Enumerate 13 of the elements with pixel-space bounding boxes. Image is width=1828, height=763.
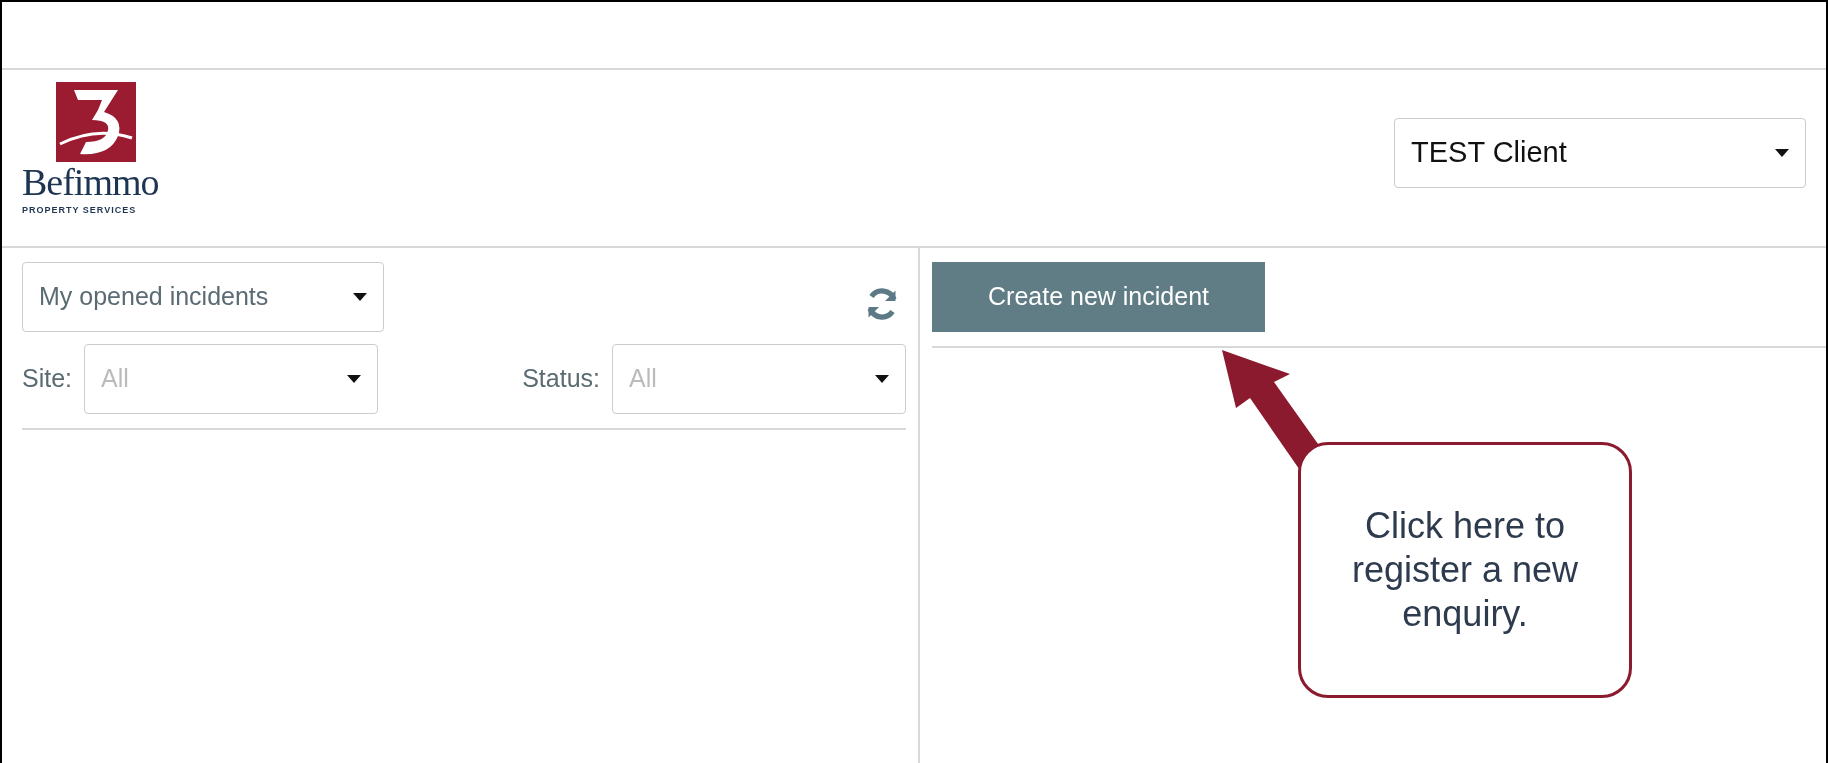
site-label: Site: (22, 363, 73, 395)
status-label: Status: (522, 363, 600, 395)
create-incident-button[interactable]: Create new incident (932, 262, 1265, 332)
callout-box: Click here to register a new enquiry. (1298, 442, 1632, 698)
logo-mark-icon (56, 82, 136, 162)
logo-name: Befimmo (22, 162, 159, 202)
filter-select[interactable]: My opened incidents (22, 262, 384, 332)
caret-icon (875, 375, 889, 383)
client-select[interactable]: TEST Client (1394, 118, 1806, 188)
logo-tagline: PROPERTY SERVICES (22, 204, 137, 217)
caret-icon (353, 293, 367, 301)
caret-icon (1775, 149, 1789, 157)
caret-icon (347, 375, 362, 383)
